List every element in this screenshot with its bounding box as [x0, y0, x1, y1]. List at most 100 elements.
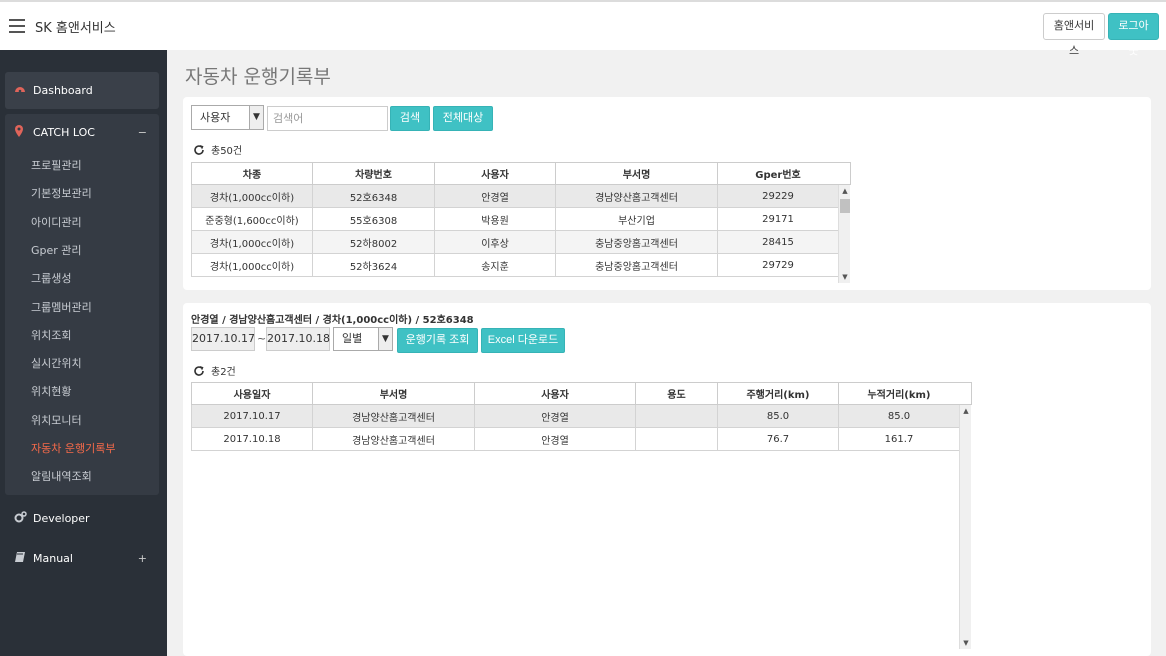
sidebar-subitem[interactable]: 그룹멤버관리 — [31, 298, 92, 318]
sidebar-subitem[interactable]: 그룹생성 — [31, 269, 71, 289]
table-cell: 2017.10.17 — [191, 404, 313, 428]
menu-toggle-icon[interactable] — [9, 19, 25, 33]
table-cell — [635, 427, 718, 451]
vehicle-table-scrollbar[interactable]: ▲ ▼ — [838, 185, 850, 283]
sidebar-item-manual[interactable]: Manual + — [5, 540, 159, 577]
chevron-down-icon: ▼ — [249, 106, 263, 129]
table-header-spacer — [959, 382, 972, 405]
table-cell: 52하8002 — [312, 230, 435, 254]
sidebar-subitem[interactable]: 알림내역조회 — [31, 467, 92, 487]
search-input[interactable] — [267, 106, 388, 131]
sidebar-subitem[interactable]: 실시간위치 — [31, 354, 82, 374]
date-to-input[interactable]: 2017.10.18 — [266, 327, 330, 351]
sidebar-item-label: Developer — [33, 512, 90, 525]
table-cell: 안경열 — [474, 427, 636, 451]
date-from-input[interactable]: 2017.10.17 — [191, 327, 255, 351]
table-cell: 85.0 — [838, 404, 960, 428]
excel-download-button[interactable]: Excel 다운로드 — [481, 328, 565, 353]
log-table-header: 사용일자 부서명 사용자 용도 주행거리(km) 누적거리(km) — [191, 382, 960, 405]
sidebar-subitem[interactable]: 기본정보관리 — [31, 184, 92, 204]
table-cell: 부산기업 — [555, 207, 718, 231]
column-header: 누적거리(km) — [838, 382, 960, 405]
table-cell: 76.7 — [717, 427, 839, 451]
sidebar-subitem[interactable]: 위치조회 — [31, 326, 71, 346]
vehicle-count-label: 총50건 — [211, 146, 243, 157]
table-cell: 안경열 — [474, 404, 636, 428]
table-cell: 52하3624 — [312, 253, 435, 277]
column-header: 차량번호 — [312, 162, 435, 185]
all-targets-button[interactable]: 전체대상 — [433, 106, 493, 131]
table-cell: 경남양산홈고객센터 — [312, 404, 475, 428]
table-cell: 경남양산홈고객센터 — [312, 427, 475, 451]
period-select[interactable]: 일별 ▼ — [333, 327, 393, 351]
table-cell: 85.0 — [717, 404, 839, 428]
selected-vehicle-title: 안경열 / 경남양산홈고객센터 / 경차(1,000cc이하) / 52호634… — [191, 315, 474, 326]
table-cell: 충남중앙홈고객센터 — [555, 230, 718, 254]
table-cell: 안경열 — [434, 184, 556, 208]
search-button[interactable]: 검색 — [390, 106, 430, 131]
table-row[interactable]: 경차(1,000cc이하) 52하3624 송지훈 충남중앙홈고객센터 29729 — [191, 253, 839, 277]
table-cell: 준중형(1,600cc이하) — [191, 207, 313, 231]
table-cell — [635, 404, 718, 428]
log-table-scrollbar[interactable]: ▲ ▼ — [959, 405, 971, 649]
table-cell: 2017.10.18 — [191, 427, 313, 451]
search-type-value: 사용자 — [200, 111, 231, 124]
sidebar-item-label: Manual — [33, 552, 73, 565]
collapse-icon[interactable]: − — [138, 114, 147, 151]
sidebar-subitem[interactable]: 위치현황 — [31, 382, 71, 402]
table-cell: 161.7 — [838, 427, 960, 451]
table-row[interactable]: 2017.10.17 경남양산홈고객센터 안경열 85.0 85.0 — [191, 404, 960, 428]
table-cell: 경차(1,000cc이하) — [191, 253, 313, 277]
logout-button[interactable]: 로그아웃 — [1108, 13, 1159, 57]
sidebar-item-catch-loc[interactable]: CATCH LOC − — [5, 114, 159, 151]
table-cell: 송지훈 — [434, 253, 556, 277]
top-bar: SK 홈앤서비스 홈앤서비스 로그아웃 — [0, 0, 1166, 57]
refresh-icon[interactable] — [193, 144, 205, 156]
sidebar-item-developer[interactable]: Developer — [5, 500, 159, 537]
page-title: 자동차 운행기록부 — [185, 66, 331, 88]
table-cell: 52호6348 — [312, 184, 435, 208]
table-row[interactable]: 2017.10.18 경남양산홈고객센터 안경열 76.7 161.7 — [191, 427, 960, 451]
sidebar-item-label: CATCH LOC — [33, 126, 95, 139]
sidebar-item-label: Dashboard — [33, 84, 93, 97]
vehicle-table-header: 차종 차량번호 사용자 부서명 Gper번호 — [191, 162, 839, 185]
scroll-down-icon[interactable]: ▼ — [839, 271, 851, 283]
column-header: 사용자 — [434, 162, 556, 185]
brand-title: SK 홈앤서비스 — [35, 21, 116, 36]
book-icon — [14, 540, 26, 577]
sidebar-item-dashboard[interactable]: Dashboard — [5, 72, 159, 109]
table-cell: 29229 — [717, 184, 839, 208]
column-header: 부서명 — [555, 162, 718, 185]
sidebar-subitem[interactable]: 위치모니터 — [31, 411, 82, 431]
table-cell: 충남중앙홈고객센터 — [555, 253, 718, 277]
vehicle-count: 총50건 — [193, 144, 242, 158]
search-type-select[interactable]: 사용자 ▼ — [191, 105, 264, 130]
table-row[interactable]: 경차(1,000cc이하) 52하8002 이후상 충남중앙홈고객센터 28415 — [191, 230, 839, 254]
refresh-icon[interactable] — [193, 365, 205, 377]
period-value: 일별 — [342, 332, 363, 345]
sidebar-subitem[interactable]: 프로필관리 — [31, 156, 82, 176]
sidebar-subitem[interactable]: 아이디관리 — [31, 213, 82, 233]
table-cell: 박용원 — [434, 207, 556, 231]
column-header: Gper번호 — [717, 162, 839, 185]
date-range-separator: ~ — [257, 332, 267, 345]
table-cell: 이후상 — [434, 230, 556, 254]
scroll-up-icon[interactable]: ▲ — [839, 185, 851, 197]
column-header: 부서명 — [312, 382, 475, 405]
table-header-spacer — [838, 162, 851, 185]
query-log-button[interactable]: 운행기록 조회 — [397, 328, 478, 353]
home-service-button[interactable]: 홈앤서비스 — [1043, 13, 1105, 57]
scroll-thumb[interactable] — [840, 199, 850, 213]
sidebar-subitem[interactable]: Gper 관리 — [31, 241, 82, 261]
scroll-up-icon[interactable]: ▲ — [960, 405, 972, 417]
column-header: 용도 — [635, 382, 718, 405]
table-row[interactable]: 경차(1,000cc이하) 52호6348 안경열 경남양산홈고객센터 29229 — [191, 184, 839, 208]
sidebar-subitem[interactable]: 자동차 운행기록부 — [31, 439, 115, 459]
column-header: 주행거리(km) — [717, 382, 839, 405]
table-row[interactable]: 준중형(1,600cc이하) 55호6308 박용원 부산기업 29171 — [191, 207, 839, 231]
expand-icon[interactable]: + — [138, 540, 147, 577]
vehicle-table: 차종 차량번호 사용자 부서명 Gper번호 경차(1,000cc이하) 52호6348 안… — [191, 162, 839, 277]
gears-icon — [14, 500, 27, 537]
scroll-down-icon[interactable]: ▼ — [960, 637, 972, 649]
sidebar: Dashboard CATCH LOC − 프로필관리기본정보관리아이디관리 Gp… — [0, 50, 167, 656]
